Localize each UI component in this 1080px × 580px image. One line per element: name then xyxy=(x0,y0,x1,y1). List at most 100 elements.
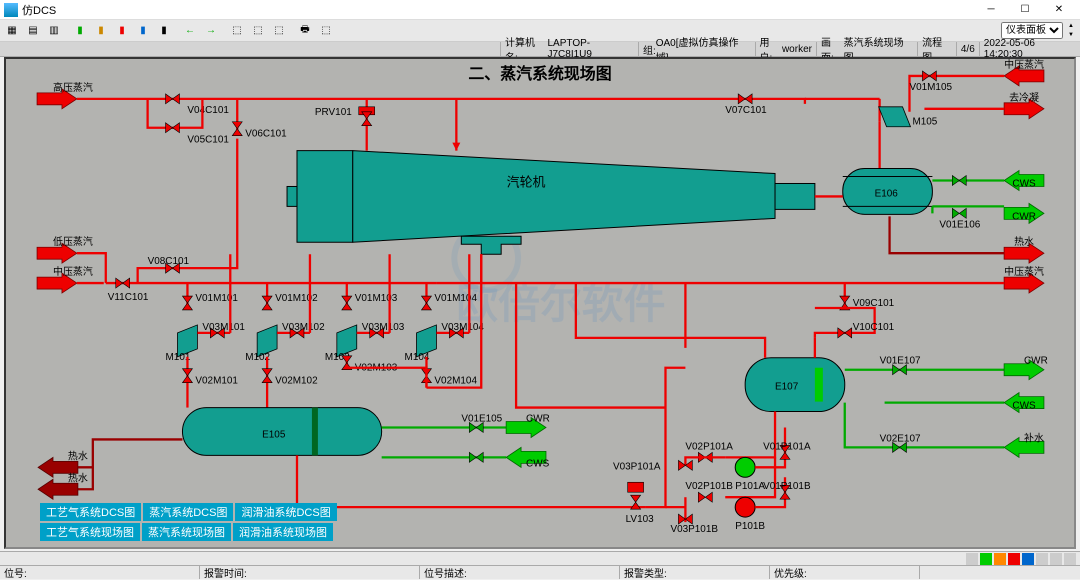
status-icon-3[interactable] xyxy=(994,553,1006,565)
tool-5[interactable]: ▮ xyxy=(91,22,111,40)
turbine[interactable]: 汽轮机 xyxy=(287,151,815,255)
status-icon-2[interactable] xyxy=(980,553,992,565)
V01M101[interactable] xyxy=(182,296,192,310)
M105[interactable] xyxy=(879,107,911,127)
window-title: 仿DCS xyxy=(22,2,56,18)
tool-back[interactable]: ← xyxy=(180,22,200,40)
tool-6[interactable]: ▮ xyxy=(112,22,132,40)
panel-select[interactable]: 仪表面板 xyxy=(1001,22,1063,39)
status-desc-label: 位号描述: xyxy=(424,565,467,580)
V02M101[interactable] xyxy=(182,369,192,383)
info-bar: 计算机名:LAPTOP-J7C8I1U9 组:OA0[虚拟仿真操作域] 用户:w… xyxy=(0,42,1080,57)
svg-text:V02E107: V02E107 xyxy=(880,433,921,444)
svg-text:V01M104: V01M104 xyxy=(434,293,477,304)
V01M102[interactable] xyxy=(262,296,272,310)
svg-text:V04C101: V04C101 xyxy=(187,105,229,116)
svg-text:V03M104: V03M104 xyxy=(441,322,484,333)
svg-text:V10C101: V10C101 xyxy=(853,322,895,333)
status-icon-4[interactable] xyxy=(1008,553,1020,565)
svg-text:E107: E107 xyxy=(775,382,799,393)
nav-lube-field[interactable]: 润滑油系统现场图 xyxy=(233,523,333,541)
svg-text:V02M104: V02M104 xyxy=(434,376,477,387)
P101B[interactable] xyxy=(735,497,755,517)
nav-process-dcs[interactable]: 工艺气系统DCS图 xyxy=(40,503,141,521)
tool-2[interactable]: ▤ xyxy=(23,22,43,40)
svg-text:E105: E105 xyxy=(262,429,286,440)
svg-text:CWR: CWR xyxy=(526,414,550,425)
tool-3[interactable]: ▥ xyxy=(44,22,64,40)
svg-text:V02M102: V02M102 xyxy=(275,376,318,387)
V02M102[interactable] xyxy=(262,369,272,383)
svg-text:热水: 热水 xyxy=(1014,235,1034,248)
V06C101[interactable] xyxy=(232,122,242,136)
svg-text:V01M102: V01M102 xyxy=(275,293,318,304)
svg-text:V03P101A: V03P101A xyxy=(613,461,661,472)
V01E106[interactable] xyxy=(952,208,966,218)
V01M104[interactable] xyxy=(421,296,431,310)
svg-text:V06C101: V06C101 xyxy=(245,129,287,140)
E106[interactable]: E106 xyxy=(843,169,933,215)
V11C101[interactable] xyxy=(116,278,130,288)
V02P101B[interactable] xyxy=(698,492,712,502)
status-icon-8[interactable] xyxy=(1064,553,1076,565)
svg-text:中压蒸汽: 中压蒸汽 xyxy=(53,265,93,278)
status-icon-1[interactable] xyxy=(966,553,978,565)
tool-9[interactable]: ⬚ xyxy=(227,22,247,40)
svg-text:PRV101: PRV101 xyxy=(315,107,352,118)
tool-7[interactable]: ▮ xyxy=(133,22,153,40)
LV103[interactable] xyxy=(631,495,641,509)
P101A[interactable] xyxy=(735,457,755,477)
svg-text:E106: E106 xyxy=(875,188,899,199)
tool-1[interactable]: ▦ xyxy=(2,22,22,40)
svg-text:P101A: P101A xyxy=(735,481,765,492)
svg-text:低压蒸汽: 低压蒸汽 xyxy=(53,235,93,248)
status-icon-5[interactable] xyxy=(1022,553,1034,565)
tool-10[interactable]: ⬚ xyxy=(248,22,268,40)
V05C101[interactable] xyxy=(166,123,180,133)
svg-text:V08C101: V08C101 xyxy=(148,256,190,267)
tool-fwd[interactable]: → xyxy=(201,22,221,40)
V10C101[interactable] xyxy=(838,328,852,338)
tool-print[interactable]: 🖶 xyxy=(295,22,315,40)
status-icon-6[interactable] xyxy=(1036,553,1048,565)
app-icon xyxy=(4,3,18,17)
status-icon-7[interactable] xyxy=(1050,553,1062,565)
nav-lube-dcs[interactable]: 润滑油系统DCS图 xyxy=(235,503,336,521)
E107[interactable]: E107 xyxy=(745,358,845,412)
svg-text:V01P101A: V01P101A xyxy=(763,441,811,452)
close-button[interactable]: ✕ xyxy=(1042,0,1076,20)
nav-process-field[interactable]: 工艺气系统现场图 xyxy=(40,523,140,541)
svg-text:V01M103: V01M103 xyxy=(355,293,398,304)
svg-text:V01E106: V01E106 xyxy=(939,219,980,230)
tool-4[interactable]: ▮ xyxy=(70,22,90,40)
E105[interactable]: E105 xyxy=(182,408,381,456)
svg-text:V01E105: V01E105 xyxy=(461,414,502,425)
maximize-button[interactable]: ☐ xyxy=(1008,0,1042,20)
V04C101[interactable] xyxy=(166,94,180,104)
svg-text:V05C101: V05C101 xyxy=(187,135,229,146)
svg-text:V03P101B: V03P101B xyxy=(670,524,718,535)
V01M105[interactable] xyxy=(922,71,936,81)
svg-text:热水: 热水 xyxy=(68,449,88,462)
tool-8[interactable]: ▮ xyxy=(154,22,174,40)
minimize-button[interactable]: ─ xyxy=(974,0,1008,20)
nav-steam-field[interactable]: 蒸汽系统现场图 xyxy=(142,523,231,541)
svg-text:CWR: CWR xyxy=(1012,211,1036,222)
tool-11[interactable]: ⬚ xyxy=(269,22,289,40)
watermark: 欧倍尔软件 xyxy=(456,280,665,327)
V07C101[interactable] xyxy=(738,94,752,104)
svg-text:CWS: CWS xyxy=(1012,178,1036,189)
svg-text:V07C101: V07C101 xyxy=(725,105,767,116)
nav-steam-dcs[interactable]: 蒸汽系统DCS图 xyxy=(143,503,233,521)
svg-text:M105: M105 xyxy=(912,117,937,128)
svg-text:V01M101: V01M101 xyxy=(195,293,238,304)
svg-text:V03M101: V03M101 xyxy=(202,322,245,333)
svg-text:V11C101: V11C101 xyxy=(108,292,149,303)
panel-spin[interactable]: ▲▼ xyxy=(1064,22,1078,40)
V01M103[interactable] xyxy=(342,296,352,310)
status-type-label: 报警类型: xyxy=(624,565,667,580)
status-priority-label: 优先级: xyxy=(774,565,807,580)
svg-text:CWS: CWS xyxy=(526,458,550,469)
tool-12[interactable]: ⬚ xyxy=(316,22,336,40)
svg-text:V02P101B: V02P101B xyxy=(685,481,733,492)
